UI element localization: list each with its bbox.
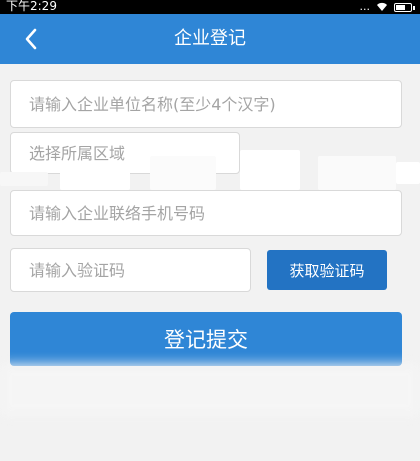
submit-button[interactable]: 登记提交 — [10, 312, 402, 366]
nav-bar: 企业登记 — [0, 14, 420, 64]
signal-dots: ... — [359, 0, 371, 13]
status-bar: 下午2:29 ... — [0, 0, 420, 14]
get-code-button[interactable]: 获取验证码 — [267, 250, 387, 290]
code-input[interactable] — [29, 249, 250, 291]
company-name-input[interactable] — [29, 81, 401, 127]
status-icons: ... — [359, 0, 415, 14]
phone-field[interactable] — [10, 190, 402, 236]
status-time: 下午2:29 — [6, 0, 57, 13]
code-field[interactable] — [10, 248, 251, 292]
battery-icon — [394, 2, 415, 12]
company-name-field[interactable] — [10, 80, 402, 128]
page-title: 企业登记 — [174, 28, 246, 49]
phone-input[interactable] — [29, 191, 401, 235]
blurred-region-bottom — [0, 364, 420, 416]
wifi-icon — [377, 2, 387, 12]
registration-form: 获取验证码 登记提交 — [0, 64, 420, 461]
